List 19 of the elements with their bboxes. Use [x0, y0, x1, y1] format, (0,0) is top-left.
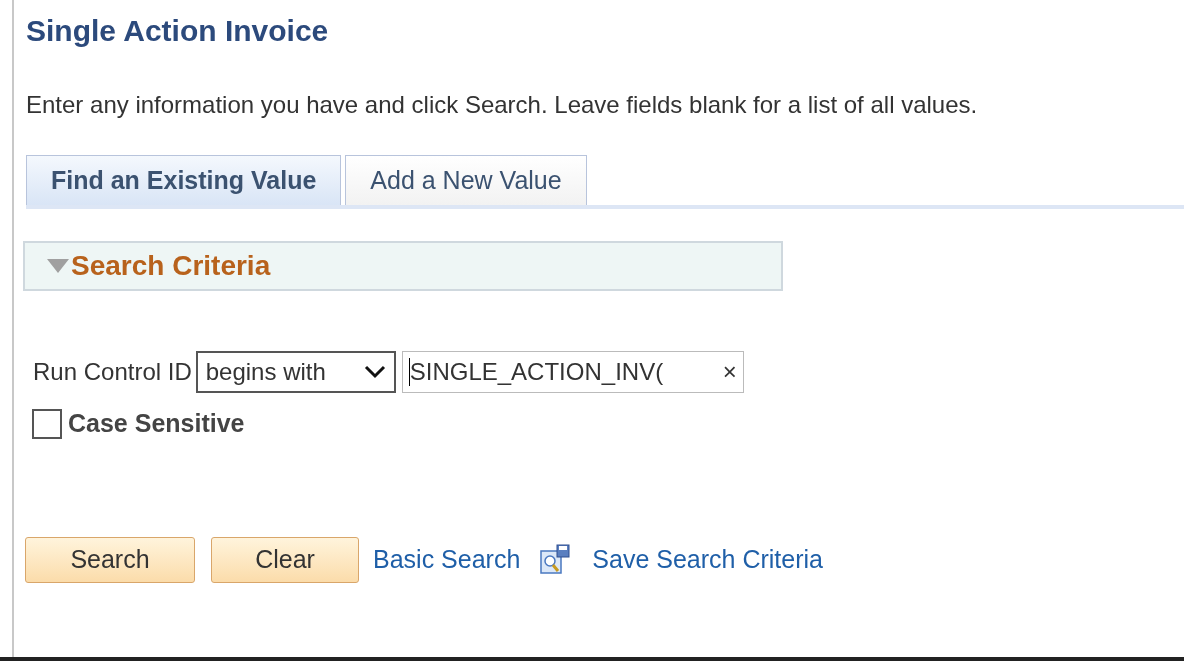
action-button[interactable]: Clear — [211, 536, 359, 583]
action-button[interactable]: Search — [25, 536, 195, 583]
instructions-text: Enter any information you have and click Search. Leave fields blank for a list of all values. — [26, 90, 978, 120]
clear-field-icon[interactable]: × — [722, 354, 737, 390]
run-control-id-field[interactable]: SINGLE_ACTION_INV( × — [401, 351, 744, 393]
basic-search-link[interactable]: Basic Search — [373, 540, 521, 579]
section-title: Search Criteria — [71, 249, 271, 283]
tab[interactable]: Find an Existing Value — [26, 155, 342, 205]
collapse-triangle-icon — [47, 259, 69, 273]
checkbox-label: Case Sensitive — [68, 408, 245, 439]
save-search-icon[interactable] — [540, 543, 571, 576]
checkbox[interactable] — [32, 408, 62, 439]
section-header[interactable]: Search Criteria — [23, 241, 783, 291]
operator-dropdown[interactable]: begins with — [195, 351, 396, 393]
page-title: Single Action Invoice — [26, 13, 329, 49]
tab[interactable]: Add a New Value — [345, 155, 587, 205]
field-label: Run Control ID — [33, 357, 192, 387]
save-search-link[interactable]: Save Search Criteria — [592, 540, 823, 579]
chevron-down-icon — [363, 365, 386, 379]
